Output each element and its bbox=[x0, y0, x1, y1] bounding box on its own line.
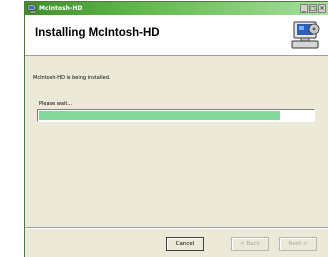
next-button[interactable]: Next > bbox=[279, 237, 317, 251]
button-separator bbox=[25, 227, 328, 229]
installer-app-icon bbox=[27, 4, 37, 14]
installer-window: McIntosh-HD _ □ × Installing McIntosh-HD… bbox=[24, 1, 328, 257]
install-progress-bar bbox=[37, 109, 315, 122]
please-wait-label: Please wait... bbox=[39, 101, 73, 107]
cancel-button[interactable]: Cancel bbox=[166, 237, 204, 251]
window-title: McIntosh-HD bbox=[39, 5, 83, 12]
page-title: Installing McIntosh-HD bbox=[35, 27, 160, 39]
wizard-header: Installing McIntosh-HD bbox=[25, 15, 328, 56]
minimize-button[interactable]: _ bbox=[300, 4, 308, 13]
progress-fill bbox=[39, 111, 280, 120]
close-button[interactable]: × bbox=[318, 4, 326, 13]
maximize-button[interactable]: □ bbox=[309, 4, 317, 13]
install-status-text: McIntosh-HD is being installed. bbox=[33, 75, 111, 81]
back-button[interactable]: < Back bbox=[231, 237, 269, 251]
computer-installer-icon bbox=[291, 21, 320, 49]
title-bar[interactable]: McIntosh-HD _ □ × bbox=[25, 2, 328, 15]
